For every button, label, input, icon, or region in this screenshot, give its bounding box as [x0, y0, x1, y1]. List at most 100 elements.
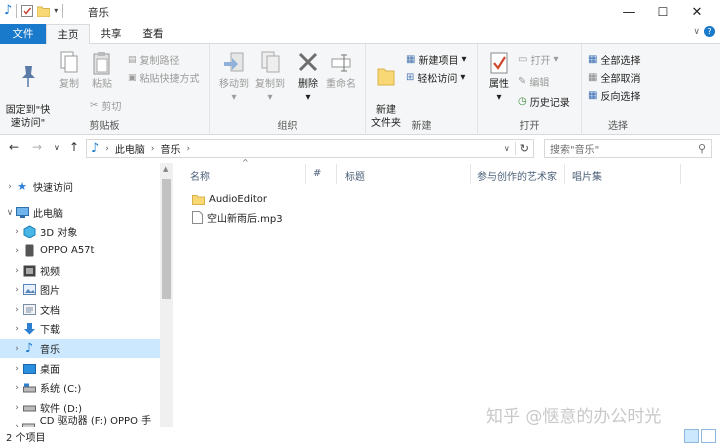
- easy-access-button[interactable]: ⊞ 轻松访问 ▾: [406, 70, 465, 85]
- copy-path-button[interactable]: ▤ 复制路径: [128, 52, 180, 68]
- invert-selection-button[interactable]: ▦ 反向选择: [588, 88, 640, 103]
- tab-file[interactable]: 文件: [0, 24, 46, 44]
- expand-arrow-icon[interactable]: ›: [12, 344, 22, 354]
- recent-dropdown-icon[interactable]: ∨: [54, 143, 60, 152]
- copy-button[interactable]: 复制: [54, 50, 84, 91]
- copy-to-button[interactable]: 复制到 ▾: [252, 50, 288, 104]
- paste-shortcut-button[interactable]: ▣ 粘贴快捷方式: [128, 70, 200, 86]
- navigation-pane: › ★ 快速访问 ∨ 此电脑 › 3D 对象 › OPPO A57t › 视频 …: [0, 163, 160, 427]
- expand-arrow-icon[interactable]: ›: [12, 324, 22, 334]
- nav-scroll-thumb[interactable]: [162, 179, 171, 299]
- select-all-icon: ▦: [588, 54, 598, 65]
- rename-button[interactable]: 重命名: [324, 50, 358, 91]
- cut-button[interactable]: ✂ 剪切: [90, 98, 121, 113]
- tab-view[interactable]: 查看: [134, 24, 172, 44]
- close-button[interactable]: ✕: [680, 0, 714, 24]
- expand-arrow-icon[interactable]: ›: [5, 182, 15, 192]
- move-to-button[interactable]: 移动到 ▾: [216, 50, 252, 104]
- address-bar[interactable]: ♪ › 此电脑 › 音乐 › ∨ ↻: [86, 139, 534, 158]
- breadcrumb-this-pc[interactable]: 此电脑: [115, 141, 145, 156]
- organize-group: 移动到 ▾ 复制到 ▾ 删除 ▾ 重命名 组织: [210, 44, 366, 135]
- forward-arrow-icon[interactable]: →: [32, 140, 42, 154]
- paste-button[interactable]: 粘贴: [86, 50, 118, 91]
- customize-qat-icon[interactable]: ▾: [54, 6, 58, 15]
- ribbon-tabs: 文件 主页 共享 查看 ∨ ?: [0, 24, 720, 45]
- drive-icon: [22, 381, 36, 395]
- help-icon[interactable]: ?: [704, 26, 715, 37]
- properties-button[interactable]: 属性 ▾: [484, 50, 514, 104]
- music-note-icon: ♪: [91, 141, 100, 156]
- star-icon: ★: [17, 180, 27, 193]
- copy-to-icon: [261, 51, 280, 73]
- expand-arrow-icon[interactable]: ›: [12, 266, 22, 276]
- sidebar-item-3d-objects[interactable]: › 3D 对象: [0, 222, 160, 241]
- sidebar-item-videos[interactable]: › 视频: [0, 261, 160, 280]
- open-group-label: 打开: [519, 121, 540, 132]
- column-album[interactable]: 唱片集: [572, 168, 602, 183]
- expand-arrow-icon[interactable]: ›: [12, 285, 22, 295]
- up-arrow-icon[interactable]: ↑: [69, 140, 79, 154]
- sidebar-item-desktop[interactable]: › 桌面: [0, 359, 160, 378]
- refresh-icon[interactable]: ↻: [514, 142, 533, 155]
- new-item-button[interactable]: ▦ 新建项目 ▾: [406, 52, 466, 67]
- quick-access-toolbar: ♪ ▾: [4, 3, 64, 18]
- new-folder-icon[interactable]: [37, 5, 51, 17]
- maximize-button[interactable]: ☐: [646, 0, 680, 24]
- sidebar-item-documents[interactable]: › 文档: [0, 300, 160, 319]
- sidebar-item-cd-drive[interactable]: › CD 驱动器 (F:) OPPO 手机: [0, 416, 160, 427]
- sidebar-item-music[interactable]: › ♪ 音乐: [0, 339, 160, 358]
- column-artists[interactable]: 参与创作的艺术家: [477, 168, 557, 183]
- back-arrow-icon[interactable]: ←: [9, 140, 19, 154]
- chevron-right-icon[interactable]: ›: [151, 144, 155, 154]
- column-title[interactable]: 标题: [345, 168, 365, 183]
- view-buttons: [684, 429, 716, 443]
- chevron-right-icon[interactable]: ›: [187, 144, 191, 154]
- address-dropdown-icon[interactable]: ∨: [499, 144, 515, 153]
- large-icons-view-icon[interactable]: [701, 429, 716, 443]
- column-number[interactable]: #: [313, 168, 321, 179]
- minimize-button[interactable]: —: [612, 0, 646, 24]
- sidebar-item-drive-c[interactable]: › 系统 (C:): [0, 378, 160, 397]
- select-none-button[interactable]: ▦ 全部取消: [588, 70, 640, 85]
- new-item-icon: ▦: [406, 54, 416, 65]
- properties-check-icon[interactable]: [21, 4, 34, 17]
- collapse-arrow-icon[interactable]: ∨: [5, 208, 15, 218]
- list-item[interactable]: AudioEditor: [192, 191, 267, 207]
- expand-arrow-icon[interactable]: ›: [12, 227, 22, 237]
- list-item[interactable]: 空山新雨后.mp3: [192, 209, 283, 225]
- sidebar-item-oppo-phone[interactable]: › OPPO A57t: [0, 241, 160, 260]
- ribbon-collapse-icon[interactable]: ∨: [693, 27, 700, 37]
- expand-arrow-icon[interactable]: ›: [12, 305, 22, 315]
- sidebar-item-quick-access[interactable]: › ★ 快速访问: [0, 177, 160, 196]
- scroll-up-icon[interactable]: ▲: [163, 165, 168, 173]
- expand-arrow-icon[interactable]: ›: [12, 403, 22, 413]
- copy-label: 复制: [59, 79, 79, 90]
- phone-icon: [22, 244, 36, 258]
- explorer-window: ♪ ▾ 音乐 — ☐ ✕ 文件 主页 共享 查看 ∨ ? 固定到"快 速访问": [0, 0, 720, 446]
- open-button[interactable]: ▭ 打开 ▾: [518, 52, 558, 67]
- history-icon: ◷: [518, 96, 527, 107]
- details-view-icon[interactable]: [684, 429, 699, 443]
- video-icon: [22, 264, 36, 278]
- delete-button[interactable]: 删除 ▾: [294, 50, 322, 104]
- file-list: ^ 名称 # 标题 参与创作的艺术家 唱片集 AudioEditor 空山新雨后…: [174, 158, 720, 427]
- edit-button[interactable]: ✎ 编辑: [518, 74, 549, 89]
- picture-icon: [22, 283, 36, 297]
- tab-home[interactable]: 主页: [46, 24, 90, 45]
- history-button[interactable]: ◷ 历史记录: [518, 94, 570, 109]
- chevron-right-icon[interactable]: ›: [105, 144, 109, 154]
- column-name[interactable]: 名称: [190, 168, 210, 183]
- expand-arrow-icon[interactable]: ›: [12, 364, 22, 374]
- document-icon: [22, 303, 36, 317]
- breadcrumb-music[interactable]: 音乐: [161, 141, 181, 156]
- expand-arrow-icon[interactable]: ›: [12, 246, 22, 256]
- expand-arrow-icon[interactable]: ›: [12, 383, 22, 393]
- sidebar-item-this-pc[interactable]: ∨ 此电脑: [0, 203, 160, 222]
- select-all-button[interactable]: ▦ 全部选择: [588, 52, 640, 67]
- sidebar-item-downloads[interactable]: › 下载: [0, 319, 160, 338]
- nav-scrollbar[interactable]: ▲: [160, 163, 173, 427]
- sidebar-item-pictures[interactable]: › 图片: [0, 280, 160, 299]
- clipboard-group: 固定到"快 速访问" 复制 粘贴 ▤ 复制路径 ▣ 粘贴快捷方式 ✂ 剪切 剪贴板: [0, 44, 210, 135]
- tab-share[interactable]: 共享: [92, 24, 130, 44]
- search-input[interactable]: 搜索"音乐" ⚲: [544, 139, 712, 158]
